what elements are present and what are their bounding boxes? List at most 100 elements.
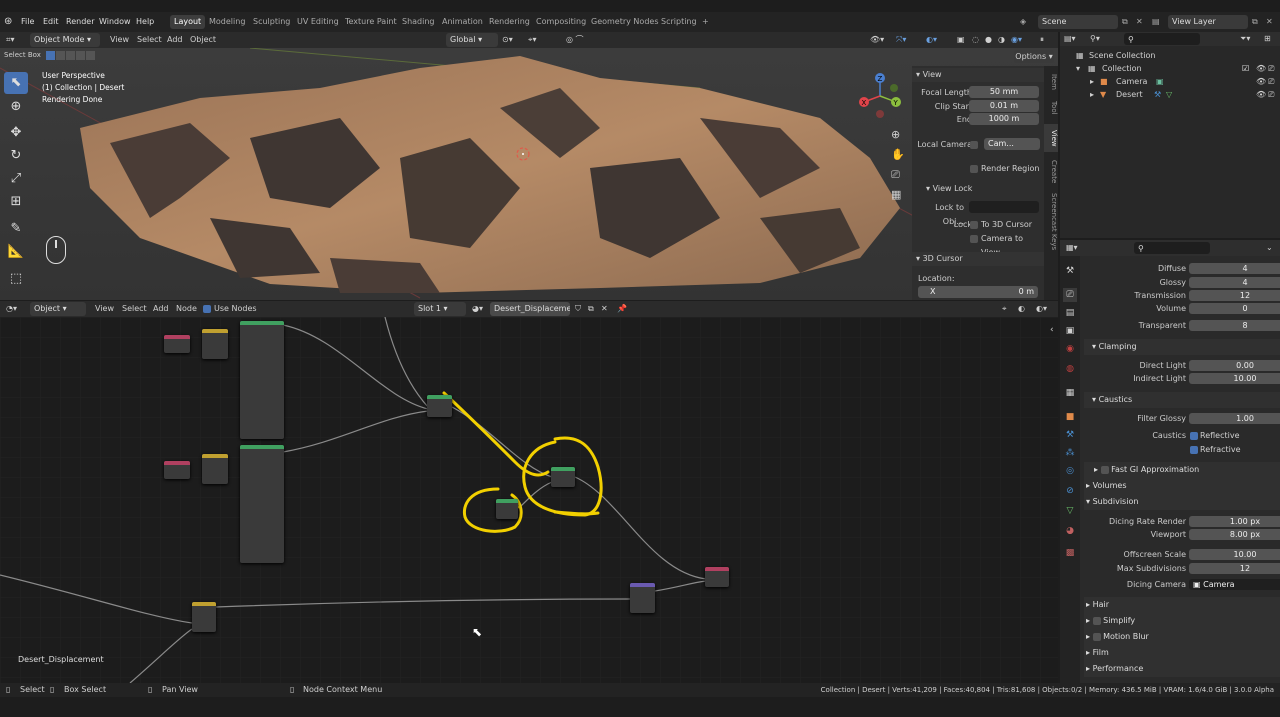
- select-box-tool-icon[interactable]: ⬉: [4, 72, 28, 94]
- tool-icon[interactable]: ⚒: [1063, 264, 1077, 278]
- local-camera-checkbox[interactable]: [970, 141, 978, 149]
- chevron-left-icon[interactable]: ‹: [1050, 325, 1054, 335]
- film-header[interactable]: ▸ Film: [1084, 645, 1280, 661]
- outliner-search[interactable]: ⚲: [1124, 33, 1200, 45]
- zoom-icon[interactable]: ⊕: [891, 128, 900, 141]
- view-lock-header[interactable]: ▾ View Lock: [912, 182, 1044, 196]
- tab-item[interactable]: Item: [1044, 70, 1058, 94]
- node-material-output[interactable]: [705, 567, 729, 587]
- properties-search[interactable]: ⚲: [1134, 242, 1210, 254]
- constraints-icon[interactable]: ⊘: [1063, 484, 1077, 498]
- clip-end-field[interactable]: 1000 m: [969, 113, 1039, 125]
- expand-icon[interactable]: ▾: [1076, 62, 1080, 75]
- menu-add[interactable]: Add: [167, 33, 183, 47]
- node-color[interactable]: [164, 461, 190, 479]
- transform-icon[interactable]: ⊞: [4, 191, 28, 213]
- copy-icon[interactable]: ⧉: [588, 302, 594, 316]
- overlay-icon[interactable]: ◐▾: [926, 33, 937, 47]
- tab-layout[interactable]: Layout: [170, 15, 206, 29]
- tab-scripting[interactable]: Scripting: [657, 15, 701, 29]
- measure-icon[interactable]: 📐: [4, 241, 28, 263]
- menu-view[interactable]: View: [95, 302, 114, 316]
- overlay-icon[interactable]: ◐: [1018, 302, 1025, 316]
- node-displacement[interactable]: [630, 583, 655, 613]
- simplify-header[interactable]: ▸ Simplify: [1084, 613, 1280, 629]
- render-icon[interactable]: ⎚: [1063, 288, 1077, 302]
- hair-header[interactable]: ▸ Hair: [1084, 597, 1280, 613]
- close-icon[interactable]: ✕: [601, 302, 608, 316]
- performance-header[interactable]: ▸ Performance: [1084, 661, 1280, 677]
- slot-select[interactable]: Slot 1 ▾: [414, 302, 466, 316]
- menu-window[interactable]: Window: [99, 12, 131, 32]
- reflective-checkbox[interactable]: [1190, 432, 1198, 440]
- to-3d-cursor-checkbox[interactable]: [970, 221, 978, 229]
- camera-render-icon[interactable]: ⎚: [1268, 75, 1274, 88]
- expand-icon[interactable]: ▸: [1090, 75, 1094, 88]
- scene-field[interactable]: Scene: [1038, 15, 1118, 29]
- view-section-header[interactable]: ▾ View: [912, 68, 1044, 82]
- tree-row-collection[interactable]: ▾ ▦ Collection ☑ 👁 ⎚: [1060, 62, 1280, 75]
- tab-tool[interactable]: Tool: [1044, 96, 1058, 120]
- scale-icon[interactable]: ⤢: [4, 168, 28, 190]
- mode-select[interactable]: Object Mode ▾: [30, 33, 100, 47]
- simplify-checkbox[interactable]: [1092, 616, 1101, 625]
- direct-light-field[interactable]: 0.00: [1189, 360, 1280, 371]
- volume-field[interactable]: 0: [1189, 303, 1280, 314]
- viewport-rate-field[interactable]: 8.00 px: [1189, 529, 1280, 540]
- camera-render-icon[interactable]: ⎚: [1268, 62, 1274, 75]
- fast-gi-checkbox[interactable]: [1100, 465, 1109, 474]
- menu-help[interactable]: Help: [136, 12, 154, 32]
- tab-uv-editing[interactable]: UV Editing: [293, 15, 343, 29]
- subdivision-header[interactable]: ▾ Subdivision: [1084, 494, 1280, 510]
- material-browse-icon[interactable]: ◕▾: [472, 302, 483, 316]
- menu-select[interactable]: Select: [137, 33, 162, 47]
- menu-edit[interactable]: Edit: [43, 12, 59, 32]
- add-workspace-button[interactable]: +: [698, 15, 713, 29]
- object-icon[interactable]: ■: [1063, 410, 1077, 424]
- overlay-dropdown-icon[interactable]: ◐▾: [1036, 302, 1047, 316]
- render-region-checkbox[interactable]: [970, 165, 978, 173]
- view-layer-field[interactable]: View Layer: [1168, 15, 1248, 29]
- indirect-light-field[interactable]: 10.00: [1189, 373, 1280, 384]
- hand-icon[interactable]: ✋: [891, 148, 905, 161]
- scene-icon[interactable]: ◉: [1063, 342, 1077, 356]
- shader-type-select[interactable]: Object ▾: [30, 302, 86, 316]
- refractive-checkbox[interactable]: [1190, 446, 1198, 454]
- new-collection-icon[interactable]: ⊞: [1264, 32, 1271, 46]
- tab-geometry-nodes[interactable]: Geometry Nodes: [587, 15, 662, 29]
- copy-scene-icon[interactable]: ⧉: [1122, 12, 1128, 32]
- node-editor-type-icon[interactable]: ◔▾: [6, 302, 17, 316]
- 3d-viewport[interactable]: User Perspective (1) Collection | Desert…: [0, 48, 1058, 300]
- focal-length-field[interactable]: 50 mm: [969, 86, 1039, 98]
- outliner-type-icon[interactable]: ▤▾: [1064, 32, 1076, 46]
- chevron-down-icon[interactable]: ⌄: [1266, 241, 1273, 255]
- caustics-header[interactable]: ▾ Caustics: [1084, 392, 1280, 408]
- tab-create[interactable]: Create: [1044, 156, 1058, 188]
- node-shader[interactable]: [192, 602, 216, 632]
- material-icon[interactable]: ◕: [1063, 524, 1077, 538]
- visibility-icon[interactable]: 👁▾: [870, 33, 884, 47]
- eye-icon[interactable]: 👁: [1256, 75, 1266, 88]
- menu-view[interactable]: View: [110, 33, 129, 47]
- copy-layer-icon[interactable]: ⧉: [1252, 12, 1258, 32]
- tab-screencast-keys[interactable]: Screencast Keys: [1044, 192, 1058, 252]
- pivot-icon[interactable]: ⊙▾: [502, 33, 513, 47]
- camera-icon[interactable]: ⎚: [891, 168, 900, 182]
- menu-add[interactable]: Add: [153, 302, 169, 316]
- fast-gi-header[interactable]: ▸ Fast GI Approximation: [1084, 462, 1280, 478]
- material-name-field[interactable]: Desert_Displacement: [490, 302, 570, 316]
- snap-icon[interactable]: ⌖: [1002, 302, 1007, 316]
- motion-blur-checkbox[interactable]: [1092, 632, 1101, 641]
- lock-to-object-field[interactable]: [969, 201, 1039, 213]
- close-icon[interactable]: ✕: [1136, 12, 1143, 32]
- use-nodes-checkbox[interactable]: [203, 305, 211, 313]
- display-mode-icon[interactable]: ⚲▾: [1090, 32, 1100, 46]
- texture-icon[interactable]: ▩: [1063, 546, 1077, 560]
- eye-icon[interactable]: 👁: [1256, 62, 1266, 75]
- shading-solid-icon[interactable]: ●: [985, 33, 992, 47]
- data-icon[interactable]: ▽: [1063, 504, 1077, 518]
- menu-render[interactable]: Render: [66, 12, 94, 32]
- node-mapping[interactable]: [202, 329, 228, 359]
- node-texture[interactable]: [240, 321, 284, 439]
- filter-glossy-field[interactable]: 1.00: [1189, 413, 1280, 424]
